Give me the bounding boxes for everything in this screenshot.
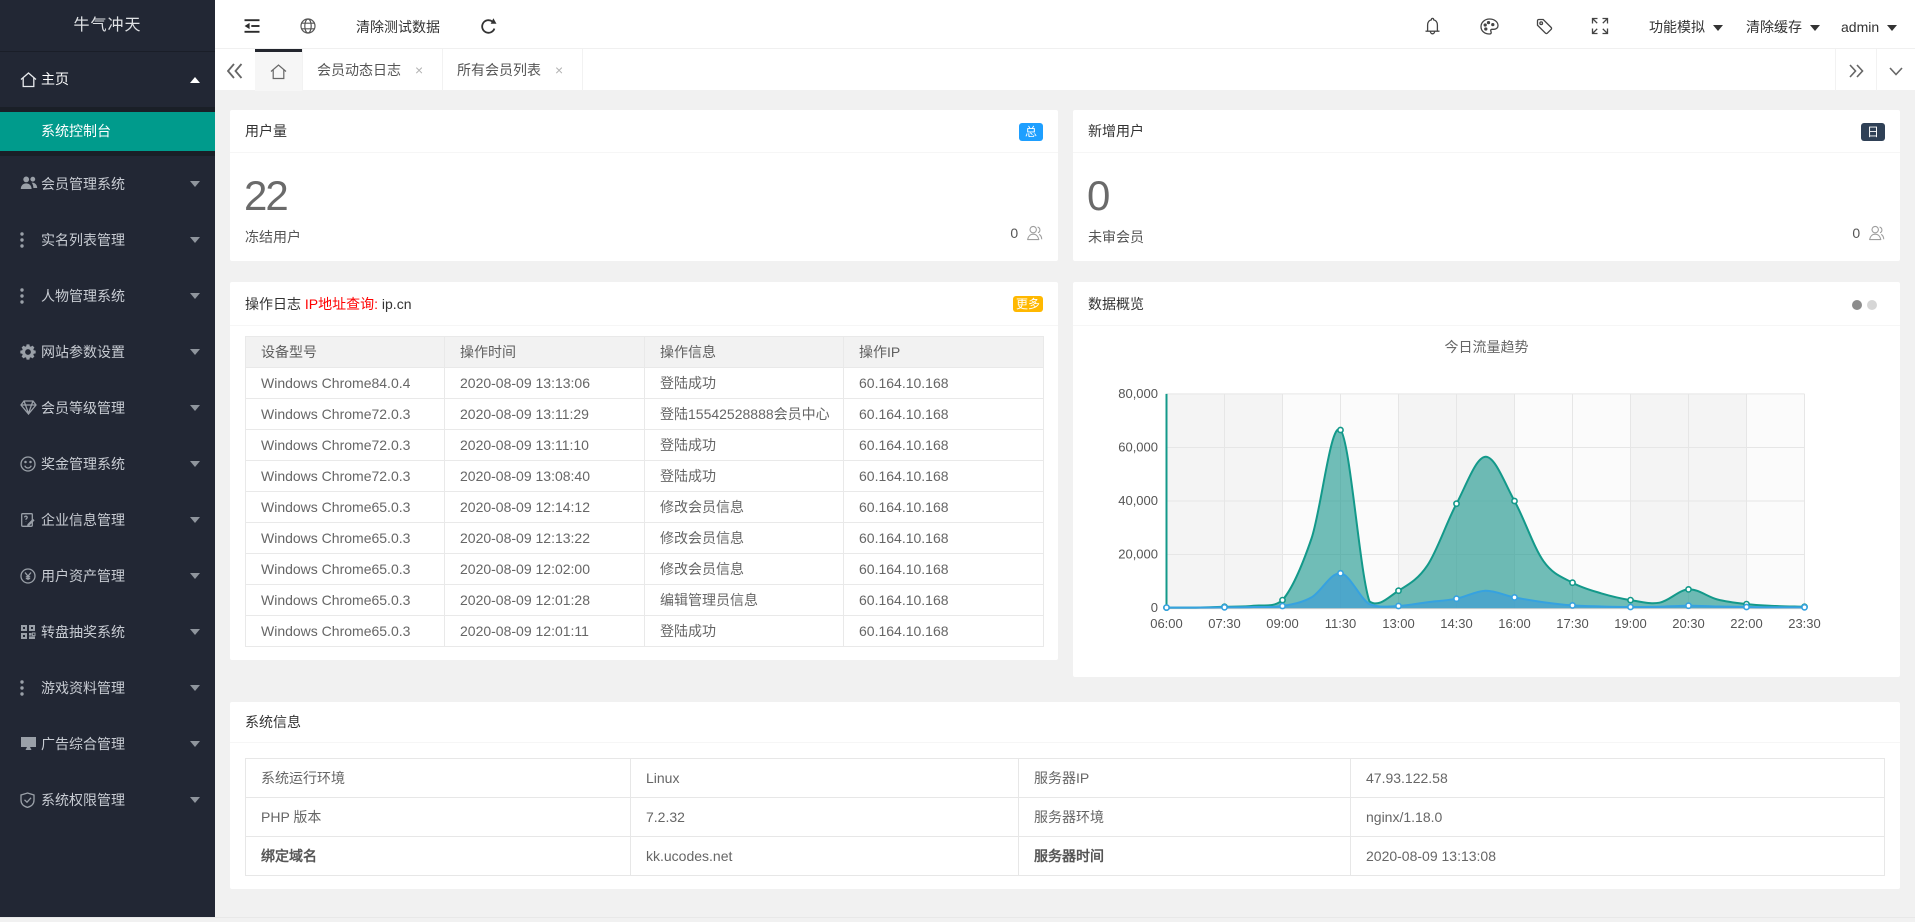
- svg-text:06:00: 06:00: [1150, 616, 1183, 631]
- svg-text:20,000: 20,000: [1118, 547, 1158, 562]
- svg-text:14:30: 14:30: [1440, 616, 1473, 631]
- svg-text:22:00: 22:00: [1730, 616, 1763, 631]
- svg-text:40,000: 40,000: [1118, 493, 1158, 508]
- svg-text:80,000: 80,000: [1118, 386, 1158, 401]
- svg-text:0: 0: [1151, 600, 1158, 615]
- svg-text:20:30: 20:30: [1672, 616, 1705, 631]
- svg-text:23:30: 23:30: [1788, 616, 1821, 631]
- svg-text:11:30: 11:30: [1325, 616, 1357, 631]
- svg-text:13:00: 13:00: [1382, 616, 1415, 631]
- svg-text:19:00: 19:00: [1614, 616, 1647, 631]
- svg-text:09:00: 09:00: [1266, 616, 1299, 631]
- svg-text:60,000: 60,000: [1118, 439, 1158, 454]
- svg-text:07:30: 07:30: [1208, 616, 1241, 631]
- svg-text:16:00: 16:00: [1498, 616, 1531, 631]
- svg-text:17:30: 17:30: [1556, 616, 1589, 631]
- svg-text:今日流量趋势: 今日流量趋势: [1445, 339, 1529, 355]
